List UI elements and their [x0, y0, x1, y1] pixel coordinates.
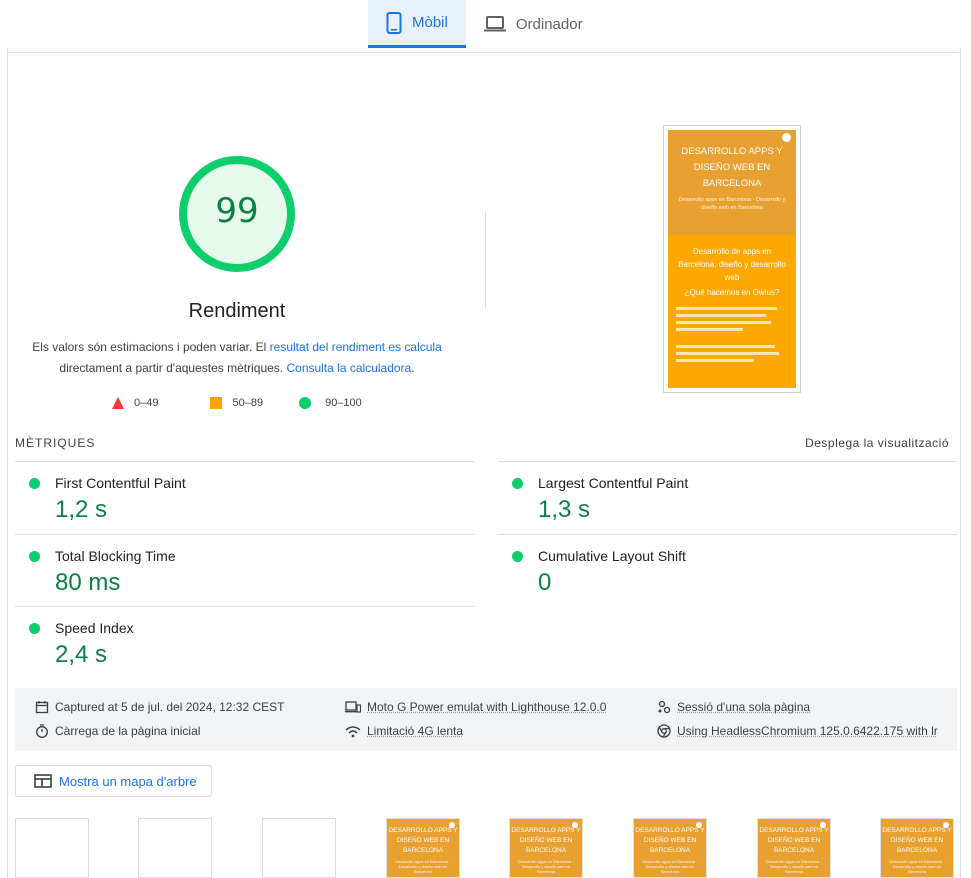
screenshot-heading: DESARROLLO APPS Y DISEÑO WEB EN BARCELON… — [668, 144, 796, 192]
metric-fcp: First Contentful Paint 1,2 s — [15, 461, 474, 533]
score-value: 99 — [177, 191, 297, 231]
calculator-link[interactable]: Consulta la calculadora — [286, 361, 411, 375]
tab-desktop-label: Ordinador — [516, 16, 583, 33]
runtime-captured: Captured at 5 de jul. del 2024, 12:32 CE… — [35, 700, 284, 714]
metric-lcp: Largest Contentful Paint 1,3 s — [498, 461, 957, 533]
tab-desktop[interactable]: Ordinador — [466, 0, 601, 48]
smartphone-icon — [386, 12, 402, 34]
legend-fail-label: 0–49 — [134, 397, 158, 409]
tabs-divider — [7, 52, 959, 53]
metric-name: Speed Index — [55, 620, 134, 636]
runtime-browser[interactable]: Using HeadlessChromium 125.0.6422.175 wi… — [657, 724, 938, 738]
treemap-label: Mostra un mapa d'arbre — [59, 774, 197, 789]
calendar-icon — [35, 700, 49, 714]
runtime-load: Càrrega de la pàgina inicial — [35, 724, 200, 738]
expand-view-toggle[interactable]: Desplega la visualització — [805, 436, 949, 450]
pass-dot-icon — [29, 551, 40, 562]
runtime-device[interactable]: Moto G Power emulat with Lighthouse 12.0… — [345, 700, 606, 714]
session-icon — [657, 700, 671, 714]
treemap-icon — [34, 774, 52, 788]
load-text: Càrrega de la pàgina inicial — [55, 724, 200, 738]
score-title: Rendiment — [137, 300, 337, 323]
treemap-button[interactable]: Mostra un mapa d'arbre — [15, 765, 212, 797]
metric-name: Largest Contentful Paint — [538, 475, 688, 491]
screenshot-subheading: Desarrollo apps en Barcelona - Desarroll… — [668, 192, 796, 212]
pass-dot-icon — [512, 551, 523, 562]
legend-pass: 90–100 — [299, 397, 362, 409]
pass-dot-icon — [29, 478, 40, 489]
metric-tbt: Total Blocking Time 80 ms — [15, 534, 474, 606]
captured-text: Captured at 5 de jul. del 2024, 12:32 CE… — [55, 700, 284, 714]
network-icon — [345, 724, 361, 738]
metric-si: Speed Index 2,4 s — [15, 607, 474, 679]
final-screenshot[interactable]: DESARROLLO APPS Y DISEÑO WEB EN BARCELON… — [663, 125, 801, 393]
square-icon — [210, 397, 222, 409]
chrome-icon — [657, 724, 671, 738]
tab-mobile-label: Mòbil — [412, 14, 448, 31]
vertical-divider — [485, 212, 486, 308]
score-description: Els valors són estimacions i poden varia… — [30, 337, 444, 379]
screenshot-text-lines — [668, 299, 796, 370]
runtime-settings: Captured at 5 de jul. del 2024, 12:32 CE… — [15, 688, 957, 751]
tab-mobile[interactable]: Mòbil — [368, 0, 466, 48]
legend-fail: 0–49 — [112, 397, 158, 409]
metrics-heading: MÈTRIQUES — [15, 436, 95, 450]
laptop-icon — [484, 16, 506, 32]
metric-value: 80 ms — [55, 569, 120, 597]
filmstrip-frame: DESARROLLO APPS Y DISEÑO WEB EN BARCELON… — [509, 818, 583, 878]
pass-dot-icon — [512, 478, 523, 489]
runtime-throttle[interactable]: Limitació 4G lenta — [345, 724, 463, 738]
metric-name: First Contentful Paint — [55, 475, 186, 491]
metric-name: Cumulative Layout Shift — [538, 548, 686, 564]
legend-average: 50–89 — [210, 397, 263, 409]
filmstrip-frame — [262, 818, 336, 878]
filmstrip-frame: DESARROLLO APPS Y DISEÑO WEB EN BARCELON… — [633, 818, 707, 878]
metric-value: 1,3 s — [538, 496, 590, 524]
filmstrip-frame — [138, 818, 212, 878]
metric-value: 1,2 s — [55, 496, 107, 524]
score-calc-link[interactable]: resultat del rendiment es calcula — [270, 340, 442, 354]
screenshot-header: DESARROLLO APPS Y DISEÑO WEB EN BARCELON… — [668, 130, 796, 235]
filmstrip-frame: DESARROLLO APPS Y DISEÑO WEB EN BARCELON… — [880, 818, 954, 878]
screenshot-dot — [782, 133, 791, 142]
session-text: Sessió d'una sola pàgina — [677, 700, 810, 714]
pass-dot-icon — [29, 623, 40, 634]
browser-text: Using HeadlessChromium 125.0.6422.175 wi… — [677, 724, 938, 738]
metric-cls: Cumulative Layout Shift 0 — [498, 534, 957, 606]
screenshot-body-question: ¿Qué hacemos en Owius? — [668, 286, 796, 299]
throttle-text: Limitació 4G lenta — [367, 724, 463, 738]
desc-text-3: . — [411, 361, 414, 375]
desc-text-2: directament a partir d'aquestes mètrique… — [59, 361, 286, 375]
metric-name: Total Blocking Time — [55, 548, 176, 564]
filmstrip-frame — [15, 818, 89, 878]
metric-value: 2,4 s — [55, 641, 107, 669]
screenshot-body-title: Desarrollo de apps en Barcelona, diseño … — [668, 235, 796, 286]
score-legend: 0–49 50–89 90–100 — [112, 397, 398, 409]
timer-icon — [35, 724, 49, 738]
screenshot-content: DESARROLLO APPS Y DISEÑO WEB EN BARCELON… — [668, 130, 796, 388]
runtime-session[interactable]: Sessió d'una sola pàgina — [657, 700, 810, 714]
legend-pass-label: 90–100 — [325, 397, 362, 409]
circle-icon — [299, 397, 311, 409]
device-text: Moto G Power emulat with Lighthouse 12.0… — [367, 700, 606, 714]
devices-icon — [345, 700, 361, 714]
filmstrip-frame: DESARROLLO APPS Y DISEÑO WEB EN BARCELON… — [386, 818, 460, 878]
desc-text-1: Els valors són estimacions i poden varia… — [32, 340, 269, 354]
device-tabs: Mòbil Ordinador — [368, 0, 601, 48]
triangle-icon — [112, 397, 124, 409]
filmstrip-frame: DESARROLLO APPS Y DISEÑO WEB EN BARCELON… — [757, 818, 831, 878]
legend-average-label: 50–89 — [232, 397, 263, 409]
metric-value: 0 — [538, 569, 551, 597]
